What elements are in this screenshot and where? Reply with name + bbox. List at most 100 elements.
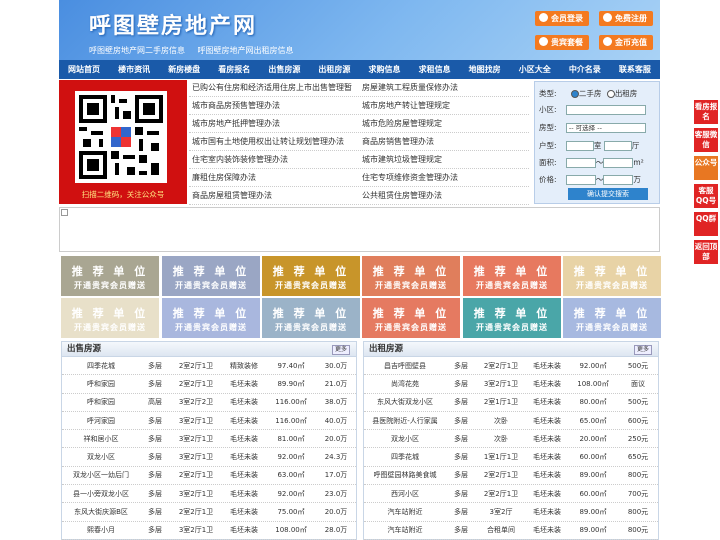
- side-viewing-signup[interactable]: 看房报名: [694, 100, 718, 124]
- nav-contact[interactable]: 联系客服: [619, 64, 651, 75]
- nav-home[interactable]: 网站首页: [68, 64, 100, 75]
- recommend-unit-tile[interactable]: 推 荐 单 位开通贵宾会员赠送: [362, 298, 460, 338]
- recommend-unit-tile[interactable]: 推 荐 单 位开通贵宾会员赠送: [162, 256, 260, 296]
- listing-cell[interactable]: 尚湾花苑: [364, 379, 446, 389]
- rent-more-button[interactable]: 更多: [633, 345, 652, 355]
- listing-cell[interactable]: 四季花城: [62, 361, 140, 371]
- recommend-unit-tile[interactable]: 推 荐 单 位开通贵宾会员赠送: [563, 298, 661, 338]
- listing-cell[interactable]: 汽车站附近: [364, 507, 446, 517]
- recharge-button[interactable]: 金币充值: [599, 35, 653, 50]
- listing-cell[interactable]: 呼河家园: [62, 416, 140, 426]
- house-type-select[interactable]: -- 可选择 --: [565, 123, 646, 133]
- listing-cell[interactable]: 呼和家园: [62, 379, 140, 389]
- hall-select[interactable]: [603, 141, 632, 151]
- listing-row[interactable]: 汽车站附近 多层 合租单间 毛坯未装 89.00㎡ 800元: [364, 522, 658, 540]
- recommend-unit-tile[interactable]: 推 荐 单 位开通贵宾会员赠送: [362, 256, 460, 296]
- listing-cell[interactable]: 呼和家园: [62, 397, 140, 407]
- radio-secondhand[interactable]: [570, 90, 579, 98]
- vip-package-button[interactable]: 贵宾套餐: [535, 35, 589, 50]
- listing-cell[interactable]: 呼图壁园林路美食城: [364, 470, 446, 480]
- listing-row[interactable]: 祥和居小区 多层 3室2厅1卫 毛坯未装 81.00㎡ 20.0万: [62, 430, 356, 449]
- recommend-unit-tile[interactable]: 推 荐 单 位开通贵宾会员赠送: [61, 256, 159, 296]
- radio-rent[interactable]: [606, 90, 615, 98]
- listing-cell[interactable]: 双龙小区一幼后门: [62, 470, 140, 480]
- sub-link-secondhand[interactable]: 呼图壁房地产网二手房信息: [89, 46, 185, 55]
- policy-link[interactable]: 城市国有土地使用权出让转让规划管理办法: [189, 136, 359, 147]
- listing-cell[interactable]: 县一小旁双龙小区: [62, 489, 140, 499]
- area-max-input[interactable]: [603, 158, 634, 168]
- listing-cell[interactable]: 祥和居小区: [62, 434, 140, 444]
- policy-link[interactable]: 廉租住房保障办法: [189, 172, 359, 183]
- listing-row[interactable]: 四季花城 多层 1室1厅1卫 毛坯未装 60.00㎡ 650元: [364, 448, 658, 467]
- nav-news[interactable]: 楼市资讯: [118, 64, 150, 75]
- listing-cell[interactable]: 昌吉呼图壁县: [364, 361, 446, 371]
- listing-cell[interactable]: 四季花城: [364, 452, 446, 462]
- sale-more-button[interactable]: 更多: [331, 345, 350, 355]
- listing-row[interactable]: 双龙小区 多层 3室2厅1卫 毛坯未装 92.00㎡ 24.3万: [62, 448, 356, 467]
- listing-cell[interactable]: 东风大街庆源B区: [62, 507, 140, 517]
- side-service-wechat[interactable]: 客服微信: [694, 128, 718, 152]
- side-official-account[interactable]: 公众号: [694, 156, 718, 180]
- recommend-unit-tile[interactable]: 推 荐 单 位开通贵宾会员赠送: [61, 298, 159, 338]
- side-back-to-top[interactable]: 返回顶部: [694, 240, 718, 264]
- login-button[interactable]: 会员登录: [535, 11, 589, 26]
- policy-link[interactable]: 住宅室内装饰装修管理办法: [189, 154, 359, 165]
- listing-cell[interactable]: 县医院附近-人行家属: [364, 416, 446, 426]
- recommend-unit-tile[interactable]: 推 荐 单 位开通贵宾会员赠送: [262, 256, 360, 296]
- listing-row[interactable]: 东风大街双龙小区 多层 2室1厅1卫 毛坯未装 80.00㎡ 500元: [364, 394, 658, 412]
- listing-cell[interactable]: 双龙小区: [62, 452, 140, 462]
- listing-row[interactable]: 呼图壁园林路美食城 多层 2室2厅1卫 毛坯未装 89.00㎡ 800元: [364, 467, 658, 486]
- listing-row[interactable]: 汽车站附近 多层 3室2厅 毛坯未装 89.00㎡ 800元: [364, 503, 658, 522]
- policy-link[interactable]: 商品房屋租赁管理办法: [189, 190, 359, 201]
- nav-viewing-signup[interactable]: 看房报名: [218, 64, 250, 75]
- listing-cell[interactable]: 熙春小月: [62, 525, 140, 535]
- listing-row[interactable]: 东风大街庆源B区 多层 2室2厅1卫 毛坯未装 75.00㎡ 20.0万: [62, 503, 356, 522]
- listing-row[interactable]: 县医院附近-人行家属 多层 次卧 毛坯未装 65.00㎡ 600元: [364, 412, 658, 431]
- search-submit-button[interactable]: 确认提交搜索: [568, 188, 648, 200]
- nav-for-rent[interactable]: 出租房源: [318, 64, 350, 75]
- policy-link[interactable]: 城市危险房屋管理规定: [359, 118, 529, 129]
- nav-agencies[interactable]: 中介名录: [569, 64, 601, 75]
- listing-row[interactable]: 呼河家园 多层 3室2厅1卫 毛坯未装 116.00㎡ 40.0万: [62, 412, 356, 431]
- register-button[interactable]: 免费注册: [599, 11, 653, 26]
- listing-cell[interactable]: 东风大街双龙小区: [364, 397, 446, 407]
- policy-link[interactable]: 住宅专项维修资金管理办法: [359, 172, 529, 183]
- nav-wanted-buy[interactable]: 求购信息: [369, 64, 401, 75]
- nav-map-search[interactable]: 地图找房: [469, 64, 501, 75]
- listing-row[interactable]: 西河小区 多层 2室2厅1卫 毛坯未装 60.00㎡ 700元: [364, 485, 658, 504]
- area-min-input[interactable]: [565, 158, 596, 168]
- recommend-unit-tile[interactable]: 推 荐 单 位开通贵宾会员赠送: [463, 298, 561, 338]
- listing-row[interactable]: 四季花城 多层 2室2厅1卫 精致装修 97.40㎡ 30.0万: [62, 357, 356, 376]
- policy-link[interactable]: 公共租赁住房管理办法: [359, 190, 529, 201]
- listing-cell[interactable]: 汽车站附近: [364, 525, 446, 535]
- recommend-unit-tile[interactable]: 推 荐 单 位开通贵宾会员赠送: [262, 298, 360, 338]
- policy-link[interactable]: 城市建筑垃圾管理规定: [359, 154, 529, 165]
- nav-new-homes[interactable]: 新房楼盘: [168, 64, 200, 75]
- side-qq-group[interactable]: QQ群: [694, 212, 718, 236]
- policy-link[interactable]: 城市房地产抵押管理办法: [189, 118, 359, 129]
- policy-link[interactable]: 城市商品房预售管理办法: [189, 100, 359, 111]
- listing-row[interactable]: 双龙小区 多层 次卧 毛坯未装 20.00㎡ 250元: [364, 430, 658, 449]
- policy-link[interactable]: 城市房地产转让管理规定: [359, 100, 529, 111]
- listing-row[interactable]: 昌吉呼图壁县 多层 2室2厅1卫 毛坯未装 92.00㎡ 500元: [364, 357, 658, 376]
- nav-communities[interactable]: 小区大全: [519, 64, 551, 75]
- recommend-unit-tile[interactable]: 推 荐 单 位开通贵宾会员赠送: [463, 256, 561, 296]
- site-title[interactable]: 呼图壁房地产网: [89, 8, 257, 40]
- community-input[interactable]: [565, 105, 646, 115]
- room-select[interactable]: [565, 141, 594, 151]
- nav-for-sale[interactable]: 出售房源: [268, 64, 300, 75]
- listing-row[interactable]: 熙春小月 多层 3室2厅1卫 毛坯未装 108.00㎡ 28.0万: [62, 522, 356, 540]
- sub-link-rent[interactable]: 呼图壁房地产网出租房信息: [198, 46, 294, 55]
- nav-wanted-rent[interactable]: 求租信息: [419, 64, 451, 75]
- listing-row[interactable]: 尚湾花苑 多层 3室2厅1卫 毛坯未装 108.00㎡ 面议: [364, 375, 658, 394]
- price-min-input[interactable]: [565, 175, 596, 185]
- recommend-unit-tile[interactable]: 推 荐 单 位开通贵宾会员赠送: [162, 298, 260, 338]
- listing-row[interactable]: 呼和家园 多层 2室2厅1卫 毛坯未装 89.90㎡ 21.0万: [62, 375, 356, 394]
- listing-cell[interactable]: 双龙小区: [364, 434, 446, 444]
- banner-image-placeholder[interactable]: [59, 207, 660, 252]
- side-service-qq[interactable]: 客服QQ号: [694, 184, 718, 208]
- policy-link[interactable]: 已购公有住房和经济适用住房上市出售管理暂: [189, 82, 359, 93]
- listing-row[interactable]: 呼和家园 高层 3室2厅2卫 毛坯未装 116.00㎡ 38.0万: [62, 394, 356, 412]
- recommend-unit-tile[interactable]: 推 荐 单 位开通贵宾会员赠送: [563, 256, 661, 296]
- policy-link[interactable]: 房屋建筑工程质量保修办法: [359, 82, 529, 93]
